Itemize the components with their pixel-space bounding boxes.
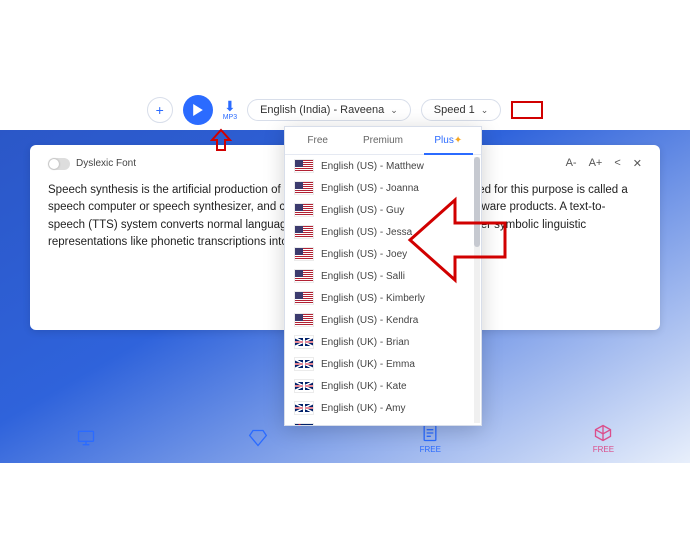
flag-us-icon [295, 270, 313, 282]
annotation-arrow-up [210, 128, 232, 152]
download-icon: ⬇ [224, 99, 236, 113]
font-increase-button[interactable]: A+ [589, 157, 603, 170]
voice-selector[interactable]: English (India) - Raveena ⌄ [247, 99, 411, 121]
chevron-down-icon: ⌄ [390, 105, 398, 116]
voice-dropdown-tabs: Free Premium Plus✦ [285, 127, 481, 155]
flag-au-icon [295, 424, 313, 425]
download-label: MP3 [223, 114, 237, 121]
voice-option-label: English (US) - Kendra [321, 315, 418, 326]
voice-option[interactable]: English (UK) - Kate [285, 375, 481, 397]
voice-option[interactable]: English (US) - Matthew [285, 155, 481, 177]
tab-premium[interactable]: Premium [350, 127, 415, 154]
download-button[interactable]: ⬇ MP3 [223, 99, 237, 121]
card-tools: A- A+ < ✕ [566, 157, 642, 170]
flag-us-icon [295, 182, 313, 194]
tab-free[interactable]: Free [285, 127, 350, 154]
flag-us-icon [295, 204, 313, 216]
voice-option-label: English (UK) - Amy [321, 403, 405, 414]
voice-option-label: English (US) - Salli [321, 271, 405, 282]
speed-selector[interactable]: Speed 1 ⌄ [421, 99, 502, 121]
voice-option[interactable]: English (UK) - Brian [285, 331, 481, 353]
flag-uk-icon [295, 380, 313, 392]
speed-selector-label: Speed 1 [434, 104, 475, 116]
box-icon [593, 423, 613, 443]
voice-option-label: English (US) - Joey [321, 249, 407, 260]
feature-premium[interactable] [248, 428, 268, 448]
voice-option[interactable]: English (UK) - Amy [285, 397, 481, 419]
flag-us-icon [295, 292, 313, 304]
annotation-highlight-box [511, 101, 543, 119]
diamond-icon [248, 428, 268, 448]
add-button[interactable]: + [147, 97, 173, 123]
tab-plus[interactable]: Plus✦ [416, 127, 481, 154]
voice-option-label: English (UK) - Emma [321, 359, 415, 370]
toggle-pill [48, 158, 70, 170]
voice-option[interactable]: English (US) - Kendra [285, 309, 481, 331]
free-label-2: FREE [593, 445, 614, 454]
voice-option-label: English (Australia) - Russell [321, 425, 444, 426]
font-decrease-button[interactable]: A- [566, 157, 577, 170]
voice-option-label: English (UK) - Kate [321, 381, 407, 392]
voice-selector-label: English (India) - Raveena [260, 104, 384, 116]
feature-free-1[interactable]: FREE [420, 423, 441, 454]
toolbar: + ⬇ MP3 English (India) - Raveena ⌄ Spee… [0, 95, 690, 125]
play-icon [192, 104, 204, 116]
flag-uk-icon [295, 402, 313, 414]
flag-us-icon [295, 226, 313, 238]
flag-uk-icon [295, 358, 313, 370]
voice-option-label: English (US) - Matthew [321, 161, 424, 172]
voice-option-label: English (US) - Guy [321, 205, 404, 216]
flag-us-icon [295, 248, 313, 260]
dyslexic-font-label: Dyslexic Font [76, 158, 136, 169]
flag-us-icon [295, 160, 313, 172]
feature-free-2[interactable]: FREE [593, 423, 614, 454]
share-icon[interactable]: < [614, 157, 620, 170]
flag-us-icon [295, 314, 313, 326]
voice-option-label: English (US) - Jessa [321, 227, 412, 238]
plus-icon: + [156, 102, 164, 118]
free-label-1: FREE [420, 445, 441, 454]
sparkle-icon: ✦ [454, 135, 462, 146]
chevron-down-icon: ⌄ [481, 105, 489, 116]
voice-option[interactable]: English (Australia) - Russell [285, 419, 481, 425]
flag-uk-icon [295, 336, 313, 348]
tab-plus-label: Plus [434, 135, 453, 146]
dyslexic-font-toggle[interactable]: Dyslexic Font [48, 158, 136, 170]
play-button[interactable] [183, 95, 213, 125]
close-icon[interactable]: ✕ [633, 157, 642, 170]
monitor-icon [76, 428, 96, 448]
voice-option[interactable]: English (UK) - Emma [285, 353, 481, 375]
annotation-arrow-left [400, 180, 520, 300]
voice-option-label: English (UK) - Brian [321, 337, 409, 348]
feature-desktop[interactable] [76, 428, 96, 448]
